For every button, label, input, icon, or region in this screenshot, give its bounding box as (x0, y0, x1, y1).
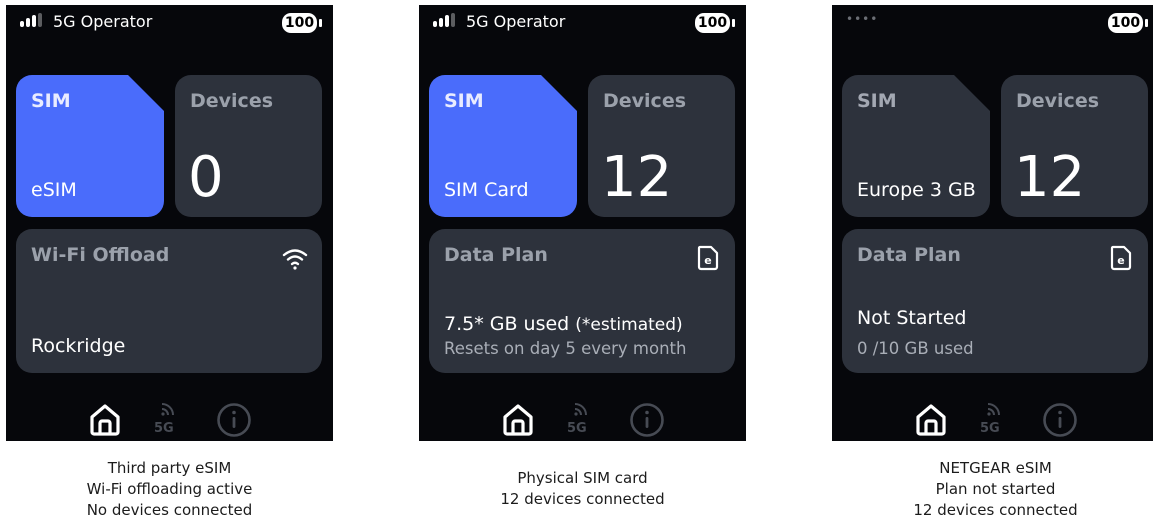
wifi-network-name: Rockridge (31, 335, 126, 357)
antenna-signal-icon (574, 403, 587, 416)
device-screen-3: •••• 100 SIM Europe 3 GB Devices 12 Data… (832, 5, 1153, 441)
sim-tile[interactable]: SIM Europe 3 GB (842, 75, 990, 217)
data-plan-tile[interactable]: Data Plan e 7.5* GB used (*estimated) Re… (429, 229, 735, 373)
caption-line: 12 devices connected (500, 490, 665, 508)
bottom-nav: 5G (6, 397, 333, 441)
sim-type: eSIM (31, 179, 77, 201)
caption-line: Plan not started (935, 480, 1056, 498)
operator-name: 5G Operator (466, 12, 566, 31)
wifi-offload-title: Wi-Fi Offload (31, 244, 170, 266)
devices-tile-title: Devices (1016, 90, 1100, 112)
info-icon[interactable] (216, 402, 252, 438)
caption-line: NETGEAR eSIM (939, 459, 1052, 477)
devices-tile[interactable]: Devices 12 (1001, 75, 1148, 217)
caption-line: Wi-Fi offloading active (86, 480, 253, 498)
wifi-offload-tile[interactable]: Wi-Fi Offload Rockridge (16, 229, 322, 373)
antenna-signal-icon (987, 403, 1000, 416)
battery-tip (1145, 19, 1148, 27)
data-plan-title: Data Plan (444, 244, 548, 266)
devices-tile[interactable]: Devices 0 (175, 75, 322, 217)
operator-name: 5G Operator (53, 12, 153, 31)
caption-screen-2: Physical SIM card 12 devices connected (419, 468, 746, 510)
data-usage-value: 7.5* GB used (444, 313, 570, 335)
sim-tile-title: SIM (444, 90, 484, 112)
battery-tip (319, 19, 322, 27)
network-type-label: 5G (154, 421, 174, 436)
home-icon[interactable] (88, 403, 122, 437)
caption-line: No devices connected (86, 501, 253, 519)
network-type-label: 5G (980, 421, 1000, 436)
info-icon[interactable] (1042, 402, 1078, 438)
caption-screen-1: Third party eSIM Wi-Fi offloading active… (6, 458, 333, 520)
battery-indicator: 100 (695, 13, 735, 33)
esim-file-icon: e (1110, 245, 1132, 271)
devices-count: 12 (1014, 145, 1086, 210)
svg-text:e: e (704, 254, 711, 267)
wifi-icon (282, 249, 308, 270)
plan-reset-info: Resets on day 5 every month (444, 339, 687, 358)
caption-line: 12 devices connected (913, 501, 1078, 519)
bottom-nav: 5G (419, 397, 746, 441)
devices-tile-title: Devices (190, 90, 274, 112)
network-5g-button[interactable]: 5G (980, 399, 1006, 439)
caption-line: Physical SIM card (517, 469, 648, 487)
sim-tile[interactable]: SIM eSIM (16, 75, 164, 217)
data-plan-title: Data Plan (857, 244, 961, 266)
devices-count: 0 (188, 145, 224, 210)
devices-tile-title: Devices (603, 90, 687, 112)
sim-tile-title: SIM (31, 90, 71, 112)
network-5g-button[interactable]: 5G (567, 399, 593, 439)
battery-indicator: 100 (282, 13, 322, 33)
signal-bars-icon (20, 13, 42, 27)
devices-tile[interactable]: Devices 12 (588, 75, 735, 217)
device-screen-1: 5G Operator 100 SIM eSIM Devices 0 Wi-Fi… (6, 5, 333, 441)
battery-tip (732, 19, 735, 27)
caption-screen-3: NETGEAR eSIM Plan not started 12 devices… (832, 458, 1153, 520)
data-usage: 7.5* GB used (*estimated) (444, 313, 683, 335)
no-signal-dots-icon: •••• (846, 12, 879, 26)
home-icon[interactable] (914, 403, 948, 437)
network-5g-button[interactable]: 5G (154, 399, 180, 439)
device-screen-2: 5G Operator 100 SIM SIM Card Devices 12 … (419, 5, 746, 441)
esim-file-icon: e (697, 245, 719, 271)
bottom-nav: 5G (832, 397, 1153, 441)
info-icon[interactable] (629, 402, 665, 438)
data-plan-tile[interactable]: Data Plan e Not Started 0 /10 GB used (842, 229, 1148, 373)
status-bar: 5G Operator 100 (419, 5, 746, 41)
data-usage: 0 /10 GB used (857, 339, 974, 358)
signal-bars-icon (433, 13, 455, 27)
sim-tile[interactable]: SIM SIM Card (429, 75, 577, 217)
sim-type: SIM Card (444, 179, 529, 201)
battery-level: 100 (282, 13, 317, 33)
plan-status: Not Started (857, 307, 967, 329)
antenna-signal-icon (161, 403, 174, 416)
sim-tile-title: SIM (857, 90, 897, 112)
battery-indicator: 100 (1108, 13, 1148, 33)
home-icon[interactable] (501, 403, 535, 437)
status-bar: •••• 100 (832, 5, 1153, 41)
sim-type: Europe 3 GB (857, 179, 976, 201)
svg-text:e: e (1117, 254, 1124, 267)
battery-level: 100 (695, 13, 730, 33)
caption-line: Third party eSIM (107, 459, 232, 477)
data-usage-note: (*estimated) (575, 315, 683, 335)
network-type-label: 5G (567, 421, 587, 436)
devices-count: 12 (601, 145, 673, 210)
battery-level: 100 (1108, 13, 1143, 33)
status-bar: 5G Operator 100 (6, 5, 333, 41)
